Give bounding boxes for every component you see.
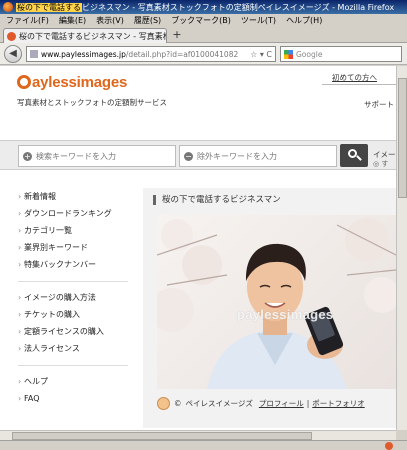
exclude-keyword-input[interactable]: − 除外キーワードを入力 — [179, 145, 337, 167]
search-icon-handle — [356, 155, 362, 161]
menu-bookmarks[interactable]: ブックマーク(B) — [171, 15, 231, 26]
browser-search-bar[interactable]: Google — [280, 46, 402, 62]
sidebar-divider — [18, 273, 128, 289]
scrollbar-corner — [396, 430, 407, 440]
author-avatar-icon — [157, 396, 170, 410]
url-path: /detail.php?id=af0100041082 — [125, 49, 239, 59]
sidebar-item-categories[interactable]: カテゴリ一覧 — [18, 222, 128, 239]
menu-edit[interactable]: 編集(E) — [59, 15, 86, 26]
tab-active[interactable]: 桜の下で電話するビジネスマン - 写真素材ストックフ... ✕ — [3, 28, 167, 43]
image-search-sub[interactable]: ◎ す — [373, 159, 388, 169]
window-titlebar: 桜の下で電話するビジネスマン - 写真素材ストックフォトの定額制ペイレスイメージ… — [0, 0, 407, 14]
menu-help[interactable]: ヘルプ(H) — [286, 15, 322, 26]
url-text: www.paylessimages.jp/detail.php?id=af010… — [41, 50, 250, 59]
sidebar-item-feature-archive[interactable]: 特集バックナンバー — [18, 256, 128, 273]
logo-p-icon — [17, 75, 31, 89]
sidebar-item-faq[interactable]: FAQ — [18, 390, 128, 407]
portfolio-link[interactable]: ポートフォリオ — [312, 398, 365, 409]
image-detail-panel: 桜の下で電話するビジネスマン paylessimages © ペイレスイメージズ… — [143, 188, 396, 428]
google-icon[interactable] — [284, 49, 293, 59]
window-title-highlight: 桜の下で電話する — [16, 2, 82, 12]
photo-watermark: paylessimages — [237, 307, 334, 322]
vertical-scroll-thumb[interactable] — [398, 78, 407, 198]
support-link[interactable]: サポート — [364, 99, 394, 110]
sidebar-item-industry-keywords[interactable]: 業界別キーワード — [18, 239, 128, 256]
credit-separator: | — [306, 398, 310, 408]
navigation-bar: ◀ www.paylessimages.jp/detail.php?id=af0… — [0, 43, 407, 65]
menu-history[interactable]: 履歴(S) — [134, 15, 161, 26]
window-title: 桜の下で電話するビジネスマン - 写真素材ストックフォトの定額制ペイレスイメージ… — [16, 2, 407, 13]
first-time-link[interactable]: 初めての方へ — [332, 72, 377, 83]
plus-icon: + — [23, 151, 32, 161]
vertical-scrollbar[interactable] — [396, 66, 407, 430]
exclude-placeholder: 除外キーワードを入力 — [197, 151, 277, 161]
author-name: ペイレスイメージズ — [185, 398, 253, 408]
search-button[interactable] — [340, 144, 368, 167]
sidebar-divider — [18, 357, 128, 373]
keyword-placeholder: 検索キーワードを入力 — [36, 151, 116, 161]
new-tab-button[interactable]: + — [170, 28, 184, 42]
menu-tools[interactable]: ツール(T) — [241, 15, 276, 26]
url-actions-icons[interactable]: ☆ ▾ C — [250, 50, 272, 59]
horizontal-scrollbar[interactable] — [0, 430, 396, 440]
page-viewport: aylessimages 写真素材とストックフォトの定額制サービス 初めての方へ… — [0, 66, 396, 430]
sidebar-item-help[interactable]: ヘルプ — [18, 373, 128, 390]
keyword-search-input[interactable]: + 検索キーワードを入力 — [18, 145, 176, 167]
site-tagline: 写真素材とストックフォトの定額制サービス — [17, 98, 167, 107]
minus-icon: − — [184, 151, 193, 161]
image-title: 桜の下で電話するビジネスマン — [153, 195, 281, 205]
sidebar-item-how-to-buy[interactable]: イメージの購入方法 — [18, 289, 128, 306]
horizontal-scroll-thumb[interactable] — [12, 432, 312, 440]
back-button[interactable]: ◀ — [4, 45, 22, 63]
sidebar-item-news[interactable]: 新着情報 — [18, 188, 128, 205]
status-bar — [0, 440, 407, 450]
copyright-symbol: © — [174, 398, 182, 408]
menu-bar: ファイル(F) 編集(E) 表示(V) 履歴(S) ブックマーク(B) ツール(… — [0, 14, 407, 27]
tab-bar: 桜の下で電話するビジネスマン - 写真素材ストックフ... ✕ + — [0, 27, 407, 43]
site-logo[interactable]: aylessimages — [17, 74, 127, 91]
stock-photo[interactable]: paylessimages — [157, 215, 396, 389]
sidebar-item-ranking[interactable]: ダウンロードランキング — [18, 205, 128, 222]
sidebar-nav: 新着情報 ダウンロードランキング カテゴリ一覧 業界別キーワード 特集バックナン… — [18, 188, 128, 407]
menu-view[interactable]: 表示(V) — [96, 15, 124, 26]
firefox-icon — [3, 2, 13, 12]
profile-link[interactable]: プロフィール — [259, 398, 304, 409]
sidebar-item-buy-tickets[interactable]: チケットの購入 — [18, 306, 128, 323]
sidebar-item-corporate-license[interactable]: 法人ライセンス — [18, 340, 128, 357]
businessman-photo-illustration — [157, 218, 396, 389]
browser-search-placeholder: Google — [296, 49, 323, 59]
url-bar[interactable]: www.paylessimages.jp/detail.php?id=af010… — [26, 46, 276, 62]
menu-file[interactable]: ファイル(F) — [6, 15, 49, 26]
back-arrow-icon: ◀ — [9, 48, 17, 59]
header-divider — [322, 84, 396, 85]
status-addon-icon[interactable] — [385, 442, 393, 450]
photo-credit: © ペイレスイメージズ プロフィール | ポートフォリオ — [157, 394, 368, 412]
tab-label: 桜の下で電話するビジネスマン - 写真素材ストックフ... — [19, 31, 166, 41]
window-title-rest: ビジネスマン - 写真素材ストックフォトの定額制ペイレスイメージズ - Mozi… — [82, 2, 395, 12]
logo-text: aylessimages — [32, 74, 128, 91]
site-identity-icon[interactable] — [30, 50, 38, 58]
url-domain: www.paylessimages.jp — [41, 49, 126, 59]
search-strip: + 検索キーワードを入力 − 除外キーワードを入力 イメー ◎ す — [0, 140, 396, 170]
tab-favicon-icon — [7, 31, 16, 41]
sidebar-item-flat-license[interactable]: 定額ライセンスの購入 — [18, 323, 128, 340]
